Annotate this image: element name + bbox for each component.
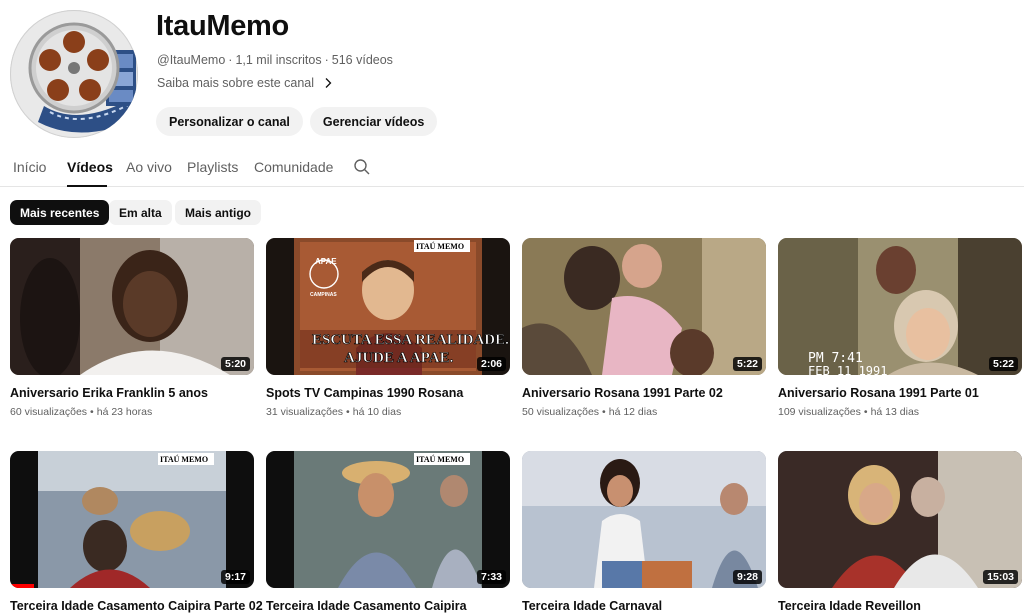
video-thumbnail[interactable]: 15:03 [778, 451, 1022, 588]
about-channel-link[interactable]: Saiba mais sobre este canal [157, 76, 334, 90]
upload-age: há 12 dias [608, 406, 658, 418]
thumbnail-caption: AJUDE A APAE. [344, 350, 454, 366]
video-title[interactable]: Terceira Idade Reveillon [778, 599, 1022, 613]
search-icon[interactable] [353, 158, 371, 176]
thumbnail-brand-sub: CAMPINAS [310, 292, 337, 298]
video-thumbnail[interactable]: 9:28 [522, 451, 766, 588]
video-thumbnail[interactable]: ITAÚ MEMO 7:33 [266, 451, 510, 588]
video-count: 516 vídeos [331, 53, 393, 67]
filter-trending-chip[interactable]: Em alta [109, 200, 172, 225]
tab-ao-vivo[interactable]: Ao vivo [126, 159, 172, 175]
meta-dot: • [90, 406, 94, 418]
thumbnail-image: ITAÚ MEMO [266, 451, 510, 588]
tab-playlists[interactable]: Playlists [187, 159, 238, 175]
video-meta: 60 visualizações • há 23 horas [10, 406, 254, 418]
video-card[interactable]: 9:28 Terceira Idade Carnaval [522, 451, 766, 613]
video-card[interactable]: 5:22 Aniversario Rosana 1991 Parte 02 50… [522, 238, 766, 418]
video-title[interactable]: Aniversario Rosana 1991 Parte 02 [522, 386, 766, 400]
video-duration: 15:03 [983, 570, 1018, 584]
video-duration: 5:22 [732, 357, 762, 371]
film-reel-logo-icon [10, 10, 138, 138]
active-tab-indicator [67, 185, 107, 187]
channel-meta: @ItauMemo · 1,1 mil inscritos · 516 vídeos [157, 53, 393, 67]
thumbnail-caption: ESCUTA ESSA REALIDADE. [312, 332, 509, 348]
video-duration: 5:22 [988, 357, 1018, 371]
view-count: 50 visualizações [522, 406, 600, 418]
video-card[interactable]: ITAÚ MEMO 7:33 Terceira Idade Casamento … [266, 451, 510, 613]
video-thumbnail[interactable]: 5:22 [522, 238, 766, 375]
video-card[interactable]: ITAÚ MEMO APAE CAMPINAS ESCUTA ESSA REAL… [266, 238, 510, 418]
view-count: 31 visualizações [266, 406, 344, 418]
manage-videos-button[interactable]: Gerenciar vídeos [309, 107, 438, 136]
video-thumbnail[interactable]: ITAÚ MEMO 9:17 [10, 451, 254, 588]
upload-age: há 13 dias [870, 406, 920, 418]
video-card[interactable]: 5:20 Aniversario Erika Franklin 5 anos 6… [10, 238, 254, 418]
meta-dot: • [346, 406, 350, 418]
video-meta: 50 visualizações • há 12 dias [522, 406, 766, 418]
video-meta: 109 visualizações • há 13 dias [778, 406, 1022, 418]
video-title[interactable]: Aniversario Rosana 1991 Parte 01 [778, 386, 1022, 400]
video-title[interactable]: Aniversario Erika Franklin 5 anos [10, 386, 254, 400]
channel-avatar[interactable] [10, 10, 138, 138]
thumbnail-image [778, 451, 1022, 588]
filter-oldest-chip[interactable]: Mais antigo [175, 200, 262, 225]
video-title[interactable]: Spots TV Campinas 1990 Rosana [266, 386, 510, 400]
about-channel-label: Saiba mais sobre este canal [157, 76, 315, 90]
meta-separator: · [228, 53, 233, 67]
tab-videos[interactable]: Vídeos [67, 159, 113, 175]
filter-most-recent-chip[interactable]: Mais recentes [10, 200, 110, 225]
subscriber-count: 1,1 mil inscritos [235, 53, 322, 67]
channel-actions: Personalizar o canal Gerenciar vídeos [156, 107, 438, 136]
video-title[interactable]: Terceira Idade Carnaval [522, 599, 766, 613]
video-thumbnail[interactable]: 5:20 [10, 238, 254, 375]
thumbnail-brand: APAE [315, 257, 337, 266]
video-thumbnail[interactable]: PM 7:41 FEB 11 1991 5:22 [778, 238, 1022, 375]
video-thumbnail[interactable]: ITAÚ MEMO APAE CAMPINAS ESCUTA ESSA REAL… [266, 238, 510, 375]
video-duration: 2:06 [476, 357, 506, 371]
video-duration: 9:17 [220, 570, 250, 584]
thumbnail-image: ITAÚ MEMO APAE CAMPINAS ESCUTA ESSA REAL… [266, 238, 510, 375]
view-count: 109 visualizações [778, 406, 861, 418]
tab-inicio[interactable]: Início [13, 159, 46, 175]
channel-handle: @ItauMemo [157, 53, 226, 67]
video-card[interactable]: ITAÚ MEMO 9:17 Terceira Idade Casamento … [10, 451, 263, 613]
thumbnail-image [522, 451, 766, 588]
thumbnail-date: FEB 11 1991 [808, 364, 887, 375]
channel-tabs: Início Vídeos Ao vivo Playlists Comunida… [0, 150, 1024, 187]
meta-dot: • [863, 406, 868, 418]
video-title[interactable]: Terceira Idade Casamento Caipira Parte 0… [10, 599, 263, 613]
channel-name: ItauMemo [156, 10, 289, 42]
thumbnail-image: ITAÚ MEMO [10, 451, 254, 588]
video-title[interactable]: Terceira Idade Casamento Caipira [266, 599, 510, 613]
tab-comunidade[interactable]: Comunidade [254, 159, 333, 175]
thumbnail-image: PM 7:41 FEB 11 1991 [778, 238, 1022, 375]
video-card[interactable]: 15:03 Terceira Idade Reveillon [778, 451, 1022, 613]
meta-separator: · [324, 53, 329, 67]
customize-channel-button[interactable]: Personalizar o canal [156, 107, 303, 136]
upload-age: há 23 horas [96, 406, 153, 418]
video-duration: 9:28 [732, 570, 762, 584]
chevron-right-icon [325, 78, 332, 88]
thumbnail-image [522, 238, 766, 375]
video-duration: 7:33 [476, 570, 506, 584]
meta-dot: • [602, 406, 606, 418]
video-duration: 5:20 [220, 357, 250, 371]
video-meta: 31 visualizações • há 10 dias [266, 406, 510, 418]
watch-progress-bar [10, 584, 35, 588]
upload-age: há 10 dias [352, 406, 402, 418]
video-card[interactable]: PM 7:41 FEB 11 1991 5:22 Aniversario Ros… [778, 238, 1022, 418]
thumbnail-logo: ITAÚ MEMO [160, 454, 208, 464]
thumbnail-image [10, 238, 254, 375]
thumbnail-logo: ITAÚ MEMO [416, 454, 464, 464]
view-count: 60 visualizações [10, 406, 88, 418]
thumbnail-logo: ITAÚ MEMO [416, 241, 464, 251]
